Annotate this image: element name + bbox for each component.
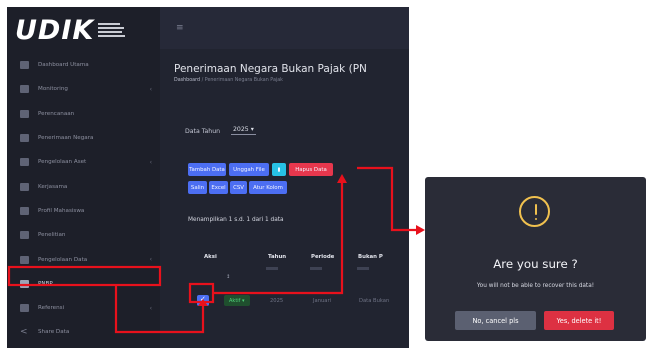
arrowhead-up-2 [337,174,347,183]
highlight-checkbox [188,282,215,304]
annotation-overlay [7,166,425,334]
arrow-to-dialog [357,166,416,232]
highlight-pnbp-menu [7,265,162,287]
arrow-to-delete [213,182,344,295]
arrowhead-right [416,225,425,235]
